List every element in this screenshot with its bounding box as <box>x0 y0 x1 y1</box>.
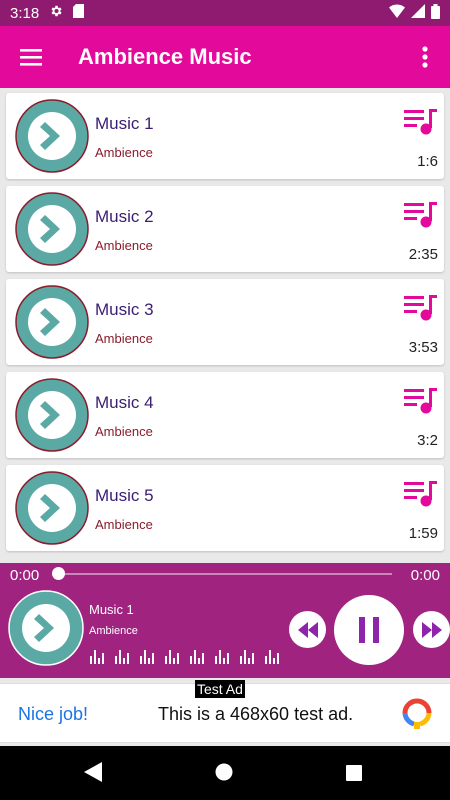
track-thumbnail <box>15 99 89 178</box>
now-playing-title: Music 1 <box>89 602 134 617</box>
waveform-icon <box>90 646 286 669</box>
track-duration: 1:6 <box>417 153 438 170</box>
more-vert-icon <box>422 46 428 68</box>
add-to-queue-button[interactable] <box>404 108 438 141</box>
gear-icon <box>49 4 63 22</box>
track-thumbnail <box>15 192 89 271</box>
system-nav-bar <box>0 746 450 800</box>
fast-forward-button[interactable] <box>413 611 450 648</box>
playlist-music-icon <box>404 481 437 507</box>
track-row-4[interactable]: Music 4 Ambience 3:2 <box>6 372 444 458</box>
track-thumbnail <box>15 471 89 550</box>
track-duration: 3:2 <box>417 432 438 449</box>
app-bar: Ambience Music <box>0 26 450 88</box>
track-name: Music 5 <box>95 486 154 505</box>
total-time: 0:00 <box>410 567 440 584</box>
ad-text: This is a 468x60 test ad. <box>158 704 354 724</box>
pause-icon <box>359 617 379 643</box>
playlist-music-icon <box>404 295 437 321</box>
page-title: Ambience Music <box>78 44 252 69</box>
ad-logo-icon <box>402 698 432 735</box>
track-name: Music 2 <box>95 207 154 226</box>
track-thumbnail <box>15 378 89 457</box>
signal-icon <box>411 4 425 22</box>
add-to-queue-button[interactable] <box>404 387 438 420</box>
track-row-2[interactable]: Music 2 Ambience 2:35 <box>6 186 444 272</box>
track-duration: 2:35 <box>408 246 438 263</box>
sd-card-icon <box>73 4 85 22</box>
track-artist: Ambience <box>95 331 153 346</box>
track-name: Music 3 <box>95 300 154 319</box>
home-icon[interactable] <box>215 763 233 786</box>
track-thumbnail <box>15 285 89 364</box>
track-row-3[interactable]: Music 3 Ambience 3:53 <box>6 279 444 365</box>
menu-button[interactable] <box>0 26 62 88</box>
seek-bar[interactable] <box>58 573 392 575</box>
ad-cta[interactable]: Nice job! <box>18 704 88 725</box>
track-artist: Ambience <box>95 424 153 439</box>
add-to-queue-button[interactable] <box>404 201 438 234</box>
current-time: 0:00 <box>10 567 40 584</box>
track-row-5[interactable]: Music 5 Ambience 1:59 <box>6 465 444 551</box>
track-duration: 3:53 <box>408 339 438 356</box>
status-bar: 3:18 <box>0 0 450 26</box>
track-artist: Ambience <box>95 145 153 160</box>
pause-button[interactable] <box>334 595 404 665</box>
fast-forward-icon <box>421 621 442 638</box>
now-playing-bar: 0:00 0:00 Music 1 Ambience <box>0 563 450 678</box>
back-icon[interactable] <box>84 762 102 787</box>
playlist-music-icon <box>404 202 437 228</box>
add-to-queue-button[interactable] <box>404 480 438 513</box>
track-row-1[interactable]: Music 1 Ambience 1:6 <box>6 93 444 179</box>
hamburger-menu-icon <box>20 49 42 66</box>
now-playing-thumbnail <box>8 590 84 671</box>
now-playing-artist: Ambience <box>89 625 138 637</box>
track-name: Music 1 <box>95 114 154 133</box>
track-name: Music 4 <box>95 393 154 412</box>
status-time: 3:18 <box>10 4 40 22</box>
add-to-queue-button[interactable] <box>404 294 438 327</box>
overflow-menu-button[interactable] <box>400 26 450 88</box>
rewind-button[interactable] <box>289 611 326 648</box>
track-duration: 1:59 <box>408 525 438 542</box>
wifi-icon <box>389 4 405 22</box>
playlist-music-icon <box>404 388 437 414</box>
ad-label: Test Ad <box>195 680 245 698</box>
playlist-music-icon <box>404 109 437 135</box>
recents-icon[interactable] <box>346 765 362 786</box>
battery-icon <box>431 3 440 23</box>
rewind-icon <box>297 621 318 638</box>
track-artist: Ambience <box>95 238 153 253</box>
seek-thumb[interactable] <box>52 567 65 580</box>
track-artist: Ambience <box>95 517 153 532</box>
